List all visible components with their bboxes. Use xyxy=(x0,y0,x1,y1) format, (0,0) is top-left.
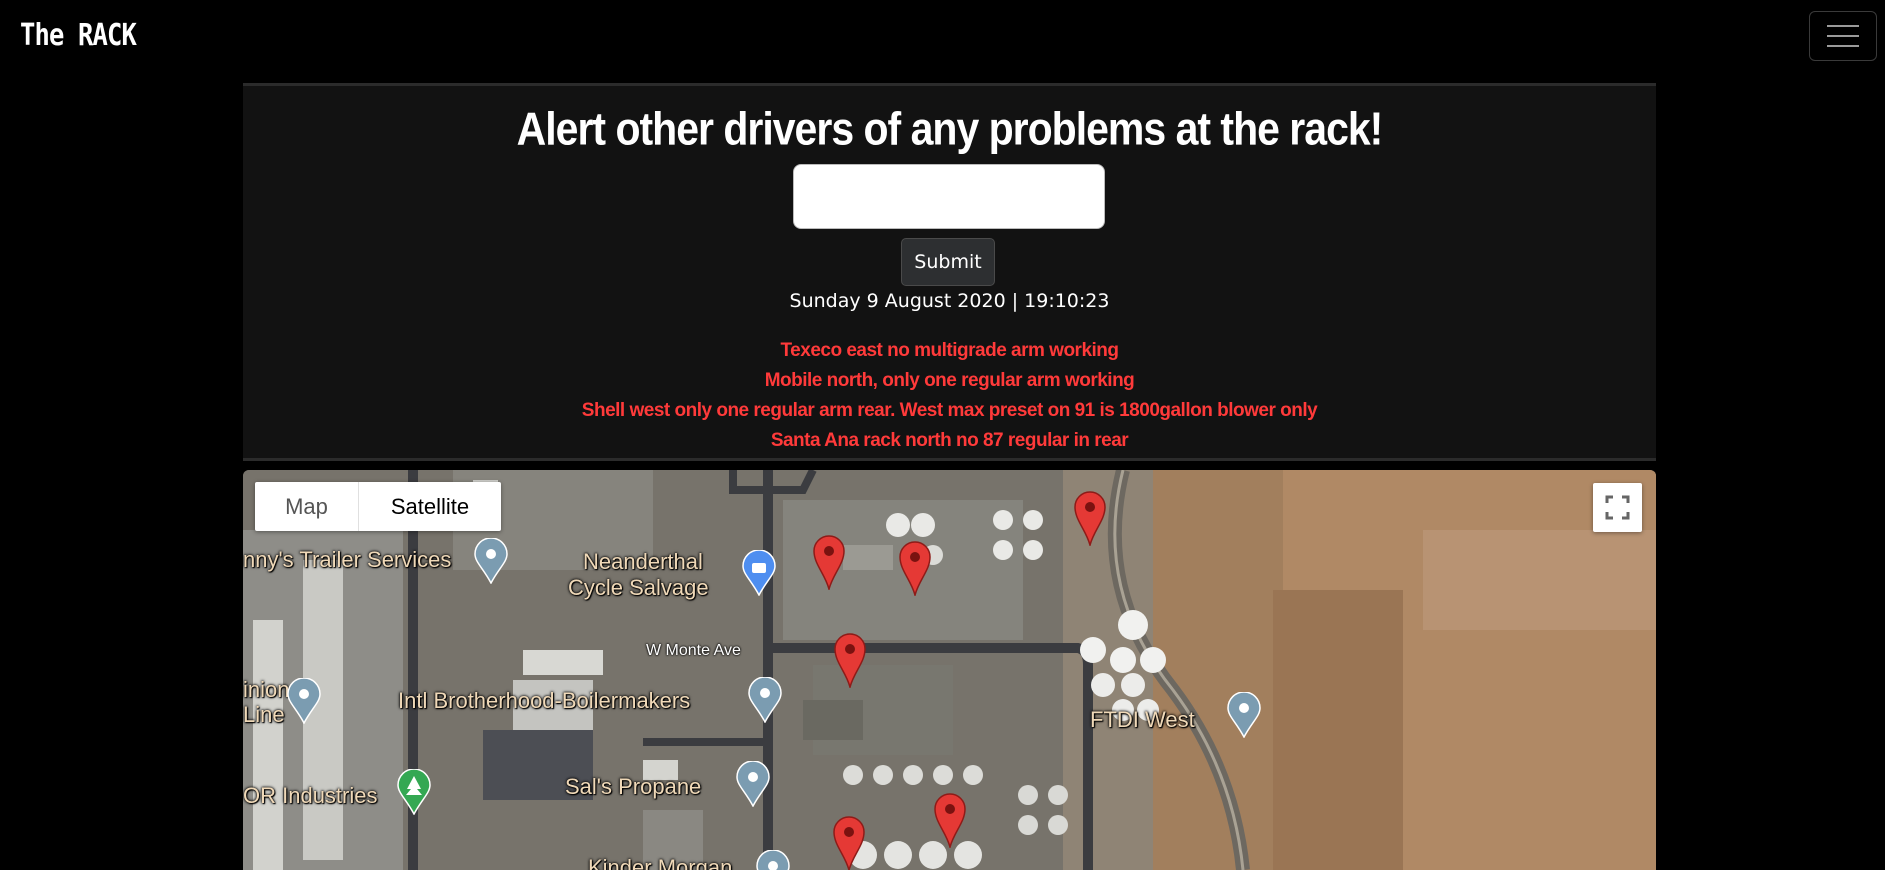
alert-message: Santa Ana rack north no 87 regular in re… xyxy=(770,430,1129,451)
street-label: W Monte Ave xyxy=(646,642,741,659)
alert-message: Mobile north, only one regular arm worki… xyxy=(764,370,1135,391)
alert-list: Texeco east no multigrade arm working Mo… xyxy=(243,336,1656,456)
navbar: The RACK xyxy=(0,0,1885,78)
map-view-button[interactable]: Map xyxy=(255,482,359,531)
tree-pin-icon[interactable] xyxy=(396,769,432,815)
fullscreen-icon xyxy=(1605,495,1630,520)
submit-button[interactable]: Submit xyxy=(901,238,995,286)
place-label[interactable]: Cycle Salvage xyxy=(568,575,709,601)
map-type-control: Map Satellite xyxy=(255,482,501,531)
rack-marker-icon[interactable] xyxy=(832,815,866,870)
place-pin-icon[interactable] xyxy=(1226,692,1262,738)
page-title: Alert other drivers of any problems at t… xyxy=(516,103,1384,155)
rack-marker-icon[interactable] xyxy=(812,534,846,590)
satellite-view-button[interactable]: Satellite xyxy=(359,482,501,531)
place-pin-icon[interactable] xyxy=(286,678,322,724)
place-label[interactable]: FTDI West xyxy=(1090,707,1195,733)
fullscreen-button[interactable] xyxy=(1593,483,1642,532)
satellite-map[interactable]: Map Satellite nny's Trailer Services Nea… xyxy=(243,470,1656,870)
place-label[interactable]: Kinder Morgan xyxy=(588,855,732,870)
place-pin-icon[interactable] xyxy=(747,677,783,723)
place-label[interactable]: inion xyxy=(243,677,289,703)
rack-marker-icon[interactable] xyxy=(1073,490,1107,546)
place-label[interactable]: Intl Brotherhood-Boilermakers xyxy=(398,688,690,714)
hamburger-menu-icon-bar xyxy=(1827,35,1859,37)
current-datetime: Sunday 9 August 2020 | 19:10:23 xyxy=(789,290,1110,312)
rack-marker-icon[interactable] xyxy=(898,540,932,596)
place-pin-icon[interactable] xyxy=(755,850,791,870)
place-label[interactable]: nny's Trailer Services xyxy=(243,547,451,573)
alert-card: Alert other drivers of any problems at t… xyxy=(243,83,1656,461)
alert-textarea[interactable] xyxy=(793,164,1105,229)
shopping-pin-icon[interactable] xyxy=(741,550,777,596)
place-label[interactable]: OR Industries xyxy=(243,783,378,809)
place-pin-icon[interactable] xyxy=(735,761,771,807)
hamburger-menu-icon-bar xyxy=(1827,45,1859,47)
rack-marker-icon[interactable] xyxy=(833,632,867,688)
place-label[interactable]: Neanderthal xyxy=(583,549,703,575)
navbar-toggle-button[interactable] xyxy=(1809,11,1877,61)
hamburger-menu-icon xyxy=(1827,25,1859,27)
rack-marker-icon[interactable] xyxy=(933,792,967,848)
place-label[interactable]: Line xyxy=(243,702,285,728)
place-label[interactable]: Sal's Propane xyxy=(565,774,701,800)
brand-logo[interactable]: The RACK xyxy=(20,18,137,53)
alert-message: Texeco east no multigrade arm working xyxy=(780,340,1119,361)
place-pin-icon[interactable] xyxy=(473,538,509,584)
alert-message: Shell west only one regular arm rear. We… xyxy=(581,400,1318,421)
